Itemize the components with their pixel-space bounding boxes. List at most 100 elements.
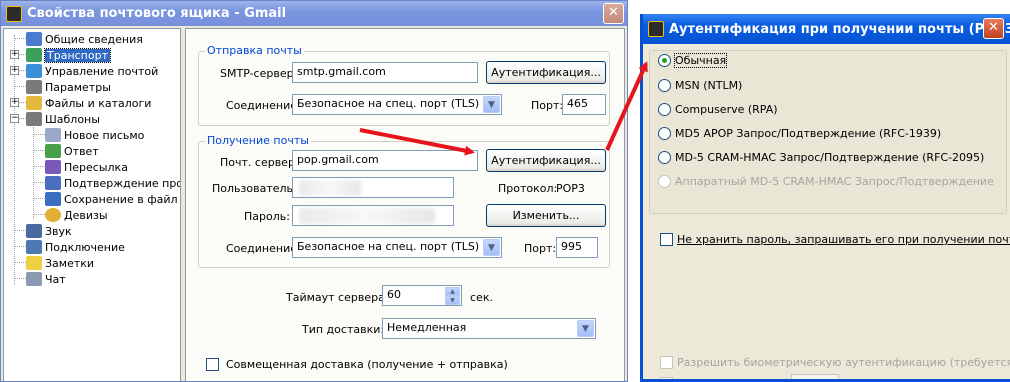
auth-dialog-title: Аутентификация при получении почты (POP3… — [669, 21, 1010, 37]
reply-icon — [45, 144, 61, 158]
auth-titlebar[interactable]: Аутентификация при получении почты (POP3… — [643, 14, 1010, 44]
mail-management-icon — [26, 64, 42, 78]
biometric-checkbox — [660, 356, 673, 369]
auth-dialog: Аутентификация при получении почты (POP3… — [640, 14, 1010, 382]
chat-icon — [26, 272, 42, 286]
tree-item-parameters[interactable]: Параметры — [26, 79, 111, 95]
main-window-title: Свойства почтового ящика - Gmail — [27, 6, 287, 21]
extra-option-checkbox — [660, 377, 673, 379]
auth-option-apop-radio[interactable] — [658, 127, 671, 140]
timeout-spinner[interactable]: ▲ ▼ — [445, 287, 460, 305]
tree-item-sound[interactable]: Звук — [26, 223, 72, 239]
settings-tree: + + + − Общие сведения Транспорт Управле… — [3, 28, 181, 381]
tree-item-files[interactable]: Файлы и каталоги — [26, 95, 151, 111]
smtp-label: SMTP-сервер: — [220, 67, 298, 80]
forward-icon — [45, 160, 61, 174]
receiving-legend: Получение почты — [205, 134, 311, 147]
timeout-label: Таймаут сервера: — [286, 291, 389, 304]
sending-legend: Отправка почты — [205, 44, 304, 57]
combined-delivery-checkbox[interactable] — [206, 358, 219, 371]
dont-store-password-checkbox[interactable] — [660, 233, 673, 246]
biometric-label: Разрешить биометрическую аутентификацию … — [677, 356, 1010, 369]
tree-item-new-letter[interactable]: Новое письмо — [45, 127, 144, 143]
spin-down-icon[interactable]: ▼ — [445, 296, 460, 305]
pop-connection-select[interactable]: Безопасное на спец. порт (TLS) ▼ — [292, 237, 502, 258]
chevron-down-icon[interactable]: ▼ — [483, 239, 500, 256]
delivery-type-select[interactable]: Немедленная ▼ — [382, 318, 596, 339]
expand-transport-icon[interactable]: + — [10, 50, 19, 59]
timeout-unit: сек. — [470, 291, 493, 304]
change-password-button[interactable]: Изменить... — [486, 204, 606, 227]
auth-option-cram-label: MD-5 CRAM-HMAC Запрос/Подтверждение (RFC… — [675, 151, 985, 164]
tree-item-mail-management[interactable]: Управление почтой — [26, 63, 158, 79]
auth-option-rpa-label: Compuserve (RPA) — [675, 103, 778, 116]
mail-server-input[interactable]: pop.gmail.com — [292, 150, 478, 171]
smtp-auth-button[interactable]: Аутентификация... — [486, 61, 606, 84]
auth-option-cram-radio[interactable] — [658, 151, 671, 164]
redacted-username — [299, 180, 361, 196]
chevron-down-icon[interactable]: ▼ — [483, 96, 500, 113]
transport-icon — [26, 48, 42, 62]
smtp-port-label: Порт: — [531, 99, 564, 112]
smtp-port-input[interactable]: 465 — [562, 94, 606, 115]
main-close-button[interactable]: ✕ — [603, 3, 624, 24]
read-receipt-icon — [45, 176, 61, 190]
pop-auth-button[interactable]: Аутентификация... — [486, 149, 606, 172]
tree-item-notes[interactable]: Заметки — [26, 255, 94, 271]
auth-option-plain-radio[interactable] — [658, 54, 671, 67]
tree-item-reply[interactable]: Ответ — [45, 143, 99, 159]
pop-connection-label: Соединение: — [226, 242, 301, 255]
pop-port-label: Порт: — [524, 242, 557, 255]
auth-close-button[interactable]: ✕ — [983, 18, 1004, 39]
auth-option-ntlm-label: MSN (NTLM) — [675, 79, 743, 92]
timeout-input[interactable]: 60 ▲ ▼ — [382, 285, 462, 306]
auth-option-ntlm-radio[interactable] — [658, 79, 671, 92]
tree-item-chat[interactable]: Чат — [26, 271, 66, 287]
user-label: Пользователь: — [212, 182, 297, 195]
redacted-password — [299, 208, 435, 224]
chevron-down-icon[interactable]: ▼ — [577, 320, 594, 337]
password-input[interactable] — [292, 205, 454, 226]
settings-panel: Отправка почты SMTP-сервер: smtp.gmail.c… — [185, 28, 625, 381]
auth-option-rpa-radio[interactable] — [658, 103, 671, 116]
smtp-connection-select[interactable]: Безопасное на спец. порт (TLS) ▼ — [292, 94, 502, 115]
templates-icon — [26, 112, 42, 126]
expand-files-icon[interactable]: + — [10, 98, 19, 107]
auth-option-hw-cram-radio — [658, 175, 671, 188]
mailbox-properties-window: Свойства почтового ящика - Gmail ✕ + + +… — [0, 0, 628, 382]
close-icon: ✕ — [608, 5, 619, 20]
spin-up-icon[interactable]: ▲ — [445, 287, 460, 296]
save-to-file-icon — [45, 192, 61, 206]
protocol-value: POP3 — [556, 182, 585, 195]
extra-option-field — [791, 374, 839, 379]
combined-delivery-label: Совмещенная доставка (получение + отправ… — [226, 358, 508, 371]
tree-item-mottos[interactable]: Девизы — [45, 207, 108, 223]
close-icon: ✕ — [988, 20, 999, 35]
tree-item-connection[interactable]: Подключение — [26, 239, 125, 255]
tree-item-forward[interactable]: Пересылка — [45, 159, 128, 175]
main-titlebar[interactable]: Свойства почтового ящика - Gmail — [1, 1, 627, 26]
pop-port-input[interactable]: 995 — [556, 237, 598, 258]
smtp-server-input[interactable]: smtp.gmail.com — [292, 62, 478, 83]
connection-icon — [26, 240, 42, 254]
auth-option-apop-label: MD5 APOP Запрос/Подтверждение (RFC-1939) — [675, 127, 942, 140]
mail-server-label: Почт. сервер: — [220, 156, 299, 169]
delivery-type-label: Тип доставки: — [302, 323, 385, 336]
mottos-icon — [45, 208, 61, 222]
protocol-label: Протокол: — [498, 182, 558, 195]
auth-option-hw-cram-label: Аппаратный MD-5 CRAM-HMAC Запрос/Подтвер… — [675, 175, 994, 188]
parameters-icon — [26, 80, 42, 94]
user-input[interactable] — [292, 177, 454, 198]
app-icon — [6, 5, 22, 22]
expand-mail-management-icon[interactable]: + — [10, 66, 19, 75]
tree-item-read-receipt[interactable]: Подтверждение прочт — [45, 175, 180, 191]
tree-item-templates[interactable]: Шаблоны — [26, 111, 100, 127]
sound-icon — [26, 224, 42, 238]
dont-store-password-label: Не хранить пароль, запрашивать его при п… — [677, 233, 1010, 246]
new-letter-icon — [45, 128, 61, 142]
collapse-templates-icon[interactable]: − — [10, 114, 19, 123]
tree-item-save-to-file[interactable]: Сохранение в файл — [45, 191, 178, 207]
tree-item-transport[interactable]: Транспорт — [26, 47, 111, 63]
password-label: Пароль: — [244, 210, 290, 223]
tree-item-general[interactable]: Общие сведения — [26, 31, 143, 47]
